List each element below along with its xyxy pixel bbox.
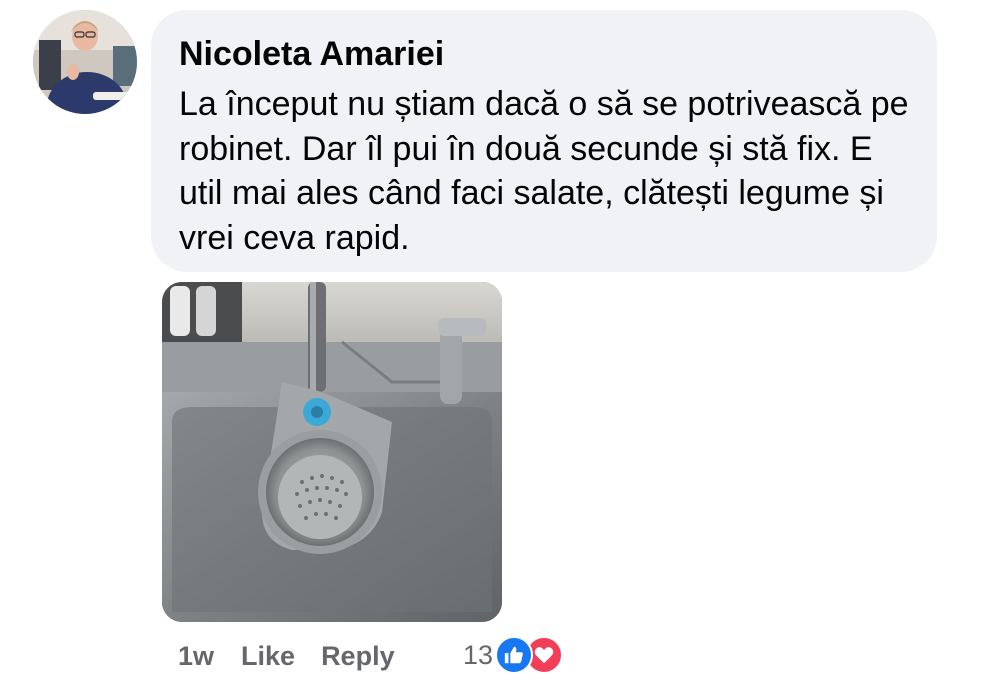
comment-timestamp[interactable]: 1w — [178, 641, 214, 672]
comment-container: Nicoleta Amariei La început nu știam dac… — [0, 0, 982, 674]
comment-actions: 1w Like Reply — [178, 638, 395, 674]
comment-bubble: Nicoleta Amariei La început nu știam dac… — [151, 10, 937, 272]
reply-button[interactable]: Reply — [321, 641, 395, 672]
sink-photo — [162, 282, 502, 622]
comment-text: La început nu știam dacă o să se potrive… — [179, 85, 909, 257]
reaction-summary[interactable]: 13 — [463, 636, 564, 674]
like-icon — [495, 636, 534, 674]
avatar-photo — [33, 10, 137, 114]
reaction-count: 13 — [463, 639, 494, 670]
like-button[interactable]: Like — [241, 641, 295, 672]
comment-author[interactable]: Nicoleta Amariei — [179, 34, 907, 74]
avatar[interactable] — [33, 10, 137, 114]
comment-photo[interactable] — [162, 282, 502, 622]
